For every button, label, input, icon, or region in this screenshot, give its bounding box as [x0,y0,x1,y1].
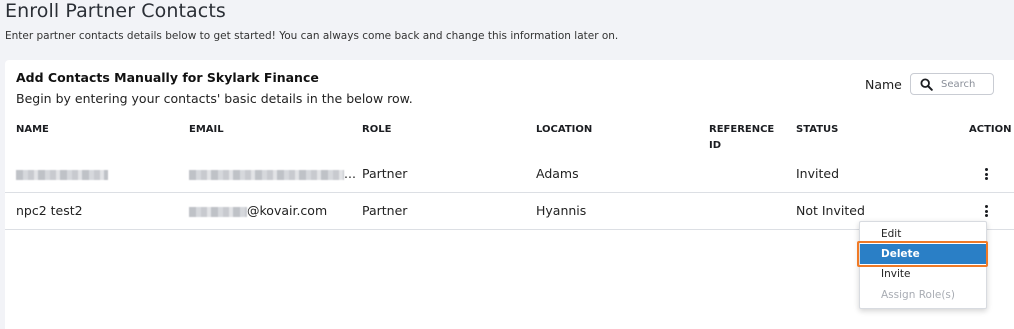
contact-status: Invited [796,166,840,181]
menu-item-delete[interactable]: Delete [860,244,986,264]
search-icon [920,78,933,91]
menu-item-assign-roles: Assign Role(s) [881,289,955,301]
search-box[interactable] [910,73,994,95]
contact-role: Partner [362,203,408,218]
column-header-status[interactable]: STATUS [796,122,838,138]
column-header-email[interactable]: EMAIL [189,122,224,138]
action-menu: Edit Delete Invite Assign Role(s) [859,221,987,309]
page-title: Enroll Partner Contacts [5,0,226,22]
search-input[interactable] [941,77,991,91]
more-vertical-icon[interactable] [985,168,989,182]
contact-email-redacted: ... [189,156,356,192]
card-description: Begin by entering your contacts' basic d… [16,91,413,106]
contact-role: Partner [362,166,408,181]
card-title: Add Contacts Manually for Skylark Financ… [16,70,319,85]
email-domain: @kovair.com [247,203,328,218]
contact-status: Not Invited [796,203,865,218]
name-filter-label: Name [865,77,902,92]
menu-item-invite[interactable]: Invite [860,264,986,284]
redacted-email [189,206,247,217]
column-header-role[interactable]: ROLE [362,122,391,138]
more-vertical-icon[interactable] [985,205,989,219]
redacted-email [189,169,344,180]
column-header-location[interactable]: LOCATION [536,122,592,138]
column-header-reference-id[interactable]: REFERENCE ID [709,122,777,154]
contact-location: Hyannis [536,203,587,218]
contact-location: Adams [536,166,579,181]
column-header-name[interactable]: NAME [16,122,49,138]
email-ellipsis: ... [344,166,356,181]
contact-name: npc2 test2 [16,203,83,218]
contact-email: @kovair.com [189,193,327,229]
page-subtitle: Enter partner contacts details below to … [5,30,619,42]
menu-item-edit[interactable]: Edit [860,224,986,244]
redacted-name [16,169,108,180]
contact-name-redacted [16,156,108,192]
column-header-action: ACTION [969,124,1012,135]
table-row: ... Partner Adams Invited [5,156,1014,193]
